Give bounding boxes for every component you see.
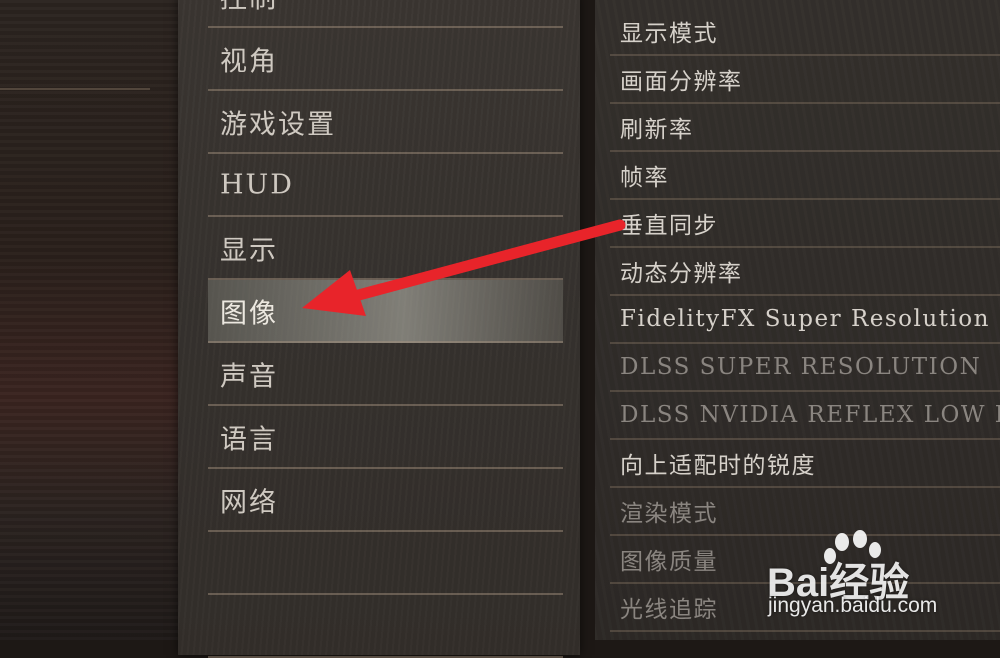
setting-label: 帧率 [620, 165, 669, 191]
setting-dynamic-resolution[interactable]: 动态分辨率 [610, 248, 1000, 296]
menu-item-label: HUD [220, 169, 294, 200]
menu-item-label: 显示 [220, 235, 278, 266]
menu-item-label: 控制 [220, 0, 278, 15]
setting-label: 画面分辨率 [620, 69, 743, 95]
setting-resolution[interactable]: 画面分辨率 [610, 56, 1000, 104]
menu-item-network[interactable]: 网络 [208, 469, 563, 532]
divider [0, 88, 150, 90]
menu-item-controls[interactable]: 控制 [208, 0, 563, 28]
menu-item-empty [208, 595, 563, 658]
setting-dlss-reflex: DLSS NVIDIA REFLEX LOW LA [610, 392, 1000, 440]
menu-item-empty [208, 532, 563, 595]
menu-item-label: 声音 [220, 361, 278, 392]
menu-item-hud[interactable]: HUD [208, 154, 563, 217]
setting-upscale-sharpness[interactable]: 向上适配时的锐度 [610, 440, 1000, 488]
watermark-url: jingyan.baidu.com [768, 594, 938, 617]
setting-label: 图像质量 [620, 549, 718, 575]
setting-fsr3[interactable]: FidelityFX Super Resolution 3 [610, 296, 1000, 344]
menu-item-display[interactable]: 显示 [208, 217, 563, 280]
setting-frame-rate[interactable]: 帧率 [610, 152, 1000, 200]
menu-item-label: 图像 [220, 298, 278, 329]
menu-item-camera[interactable]: 视角 [208, 28, 563, 91]
setting-label: 动态分辨率 [620, 261, 743, 287]
setting-label: 垂直同步 [620, 213, 718, 239]
menu-item-label: 视角 [220, 46, 278, 77]
menu-item-graphics[interactable]: 图像 [208, 280, 563, 343]
menu-item-language[interactable]: 语言 [208, 406, 563, 469]
baidu-jingyan-watermark: Bai经验 jingyan.baidu.com [762, 528, 992, 628]
menu-item-game-settings[interactable]: 游戏设置 [208, 91, 563, 154]
menu-item-label: 网络 [220, 487, 278, 518]
menu-item-label: 游戏设置 [220, 109, 336, 140]
setting-dlss-super-resolution: DLSS SUPER RESOLUTION [610, 344, 1000, 392]
category-menu: 控制 视角 游戏设置 HUD 显示 图像 声音 语言 网络 [178, 0, 580, 658]
setting-label: 渲染模式 [620, 501, 718, 527]
background-left [0, 0, 185, 640]
setting-label: DLSS SUPER RESOLUTION [620, 354, 982, 380]
setting-label: 刷新率 [620, 117, 694, 143]
setting-label: FidelityFX Super Resolution 3 [620, 306, 1000, 332]
menu-item-sound[interactable]: 声音 [208, 343, 563, 406]
setting-label: DLSS NVIDIA REFLEX LOW LA [620, 402, 1000, 428]
setting-display-mode[interactable]: 显示模式 [610, 8, 1000, 56]
menu-item-label: 语言 [220, 424, 278, 455]
setting-label: 显示模式 [620, 21, 718, 47]
setting-label: 光线追踪 [620, 597, 718, 623]
setting-refresh-rate[interactable]: 刷新率 [610, 104, 1000, 152]
setting-label: 向上适配时的锐度 [620, 453, 816, 479]
setting-vsync[interactable]: 垂直同步 [610, 200, 1000, 248]
